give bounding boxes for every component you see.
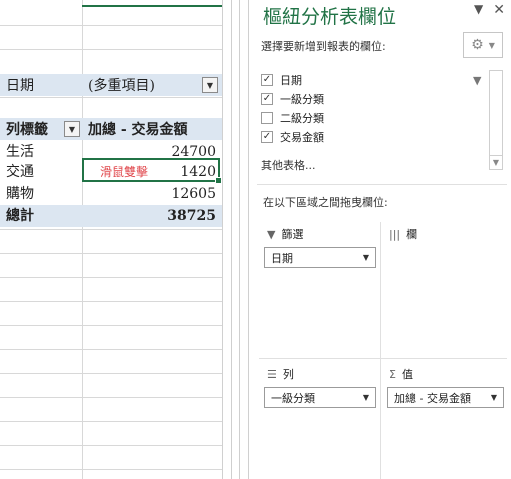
filter-icon: ▼: [473, 74, 482, 87]
filter-icon: ▼: [267, 227, 276, 241]
drag-fields-hint: 在以下區域之間拖曳欄位:: [263, 196, 388, 209]
row-label: 購物: [6, 186, 34, 202]
report-filter-button[interactable]: ▼: [202, 77, 218, 93]
row-value: 12605: [171, 186, 216, 202]
divider: [257, 184, 507, 185]
field-label: 日期: [280, 73, 302, 87]
gridline: [0, 301, 222, 302]
pivot-fields-pane: 樞紐分析表欄位 ▼ ✕ 選擇要新增到報表的欄位: ⚙ ▼ ✓ 日期 ✓ 一級分類…: [248, 0, 511, 479]
filter-value: (多重項目): [88, 78, 155, 94]
values-area-header: Σ 值: [389, 367, 413, 382]
sheet-vertical-scrollbar[interactable]: [222, 0, 248, 479]
more-tables-link[interactable]: 其他表格...: [261, 157, 316, 173]
gridline: [0, 229, 222, 230]
field-item[interactable]: 二級分類: [261, 108, 503, 127]
field-label: 一級分類: [280, 92, 324, 106]
chevron-down-icon[interactable]: ▼: [363, 253, 369, 262]
chevron-down-icon[interactable]: ▼: [363, 393, 369, 402]
chevron-down-icon[interactable]: ▼: [491, 393, 497, 402]
rows-area-header: ☰ 列: [267, 367, 294, 382]
spreadsheet-area[interactable]: 日期 (多重項目) ▼ 列標籤 ▼ 加總 - 交易金額 生活 24700 交通 …: [0, 0, 222, 479]
field-item[interactable]: ✓ 一級分類: [261, 89, 503, 108]
chevron-down-icon[interactable]: ▼: [474, 2, 483, 18]
tools-button[interactable]: ⚙ ▼: [463, 32, 503, 58]
gridline: [0, 253, 222, 254]
row-field-pill[interactable]: 一級分類 ▼: [264, 387, 376, 408]
checkbox[interactable]: ✓: [261, 73, 273, 86]
columns-icon: |||: [389, 227, 401, 241]
divider: [259, 358, 507, 359]
choose-fields-label: 選擇要新增到報表的欄位:: [261, 40, 386, 53]
divider: [380, 222, 381, 479]
gridline: [0, 25, 222, 26]
field-item[interactable]: ✓ 日期: [261, 70, 503, 89]
sigma-icon: Σ: [389, 367, 396, 381]
filter-icon: ▼: [206, 80, 214, 90]
column-selection-indicator: [82, 0, 222, 7]
gridline: [0, 397, 222, 398]
gridline: [0, 97, 222, 98]
filter-field-pill[interactable]: 日期 ▼: [264, 247, 376, 268]
gridline: [0, 325, 222, 326]
double-click-annotation: 滑鼠雙擊: [100, 165, 149, 179]
gridline: [82, 0, 83, 479]
field-list-scrollbar[interactable]: ▼: [489, 70, 503, 170]
gridline: [0, 469, 222, 470]
rows-icon: ☰: [267, 367, 277, 381]
row-label: 生活: [6, 144, 34, 160]
gridline: [0, 445, 222, 446]
row-labels-header: 列標籤: [6, 122, 48, 138]
field-item[interactable]: ✓ 交易金額: [261, 127, 503, 146]
gridline: [0, 349, 222, 350]
scrollbar-track[interactable]: [231, 0, 240, 479]
gridline: [0, 49, 222, 50]
chevron-down-icon: ▼: [488, 40, 495, 50]
close-icon[interactable]: ✕: [493, 2, 505, 18]
chevron-down-icon: ▼: [68, 124, 76, 134]
checkbox[interactable]: [261, 111, 273, 124]
row-label: 交通: [6, 164, 34, 180]
gridline: [0, 421, 222, 422]
row-labels-dropdown[interactable]: ▼: [64, 121, 80, 137]
checkbox[interactable]: ✓: [261, 92, 273, 105]
gridline: [0, 373, 222, 374]
columns-area-header: ||| 欄: [389, 227, 418, 242]
field-label: 二級分類: [280, 111, 324, 125]
checkbox[interactable]: ✓: [261, 130, 273, 143]
pane-title: 樞紐分析表欄位: [263, 6, 397, 28]
total-value: 38725: [167, 208, 216, 224]
field-label: 交易金額: [280, 130, 324, 144]
chevron-down-icon[interactable]: ▼: [490, 155, 502, 169]
gear-icon: ⚙: [471, 37, 484, 53]
filter-label: 日期: [6, 78, 34, 94]
field-list: ✓ 日期 ✓ 一級分類 二級分類 ✓ 交易金額: [261, 70, 503, 150]
sum-header: 加總 - 交易金額: [88, 122, 188, 138]
total-label: 總計: [6, 208, 34, 224]
gridline: [0, 277, 222, 278]
filters-area-header: ▼ 篩選: [267, 227, 304, 242]
value-field-pill[interactable]: 加總 - 交易金額 ▼: [387, 387, 504, 408]
